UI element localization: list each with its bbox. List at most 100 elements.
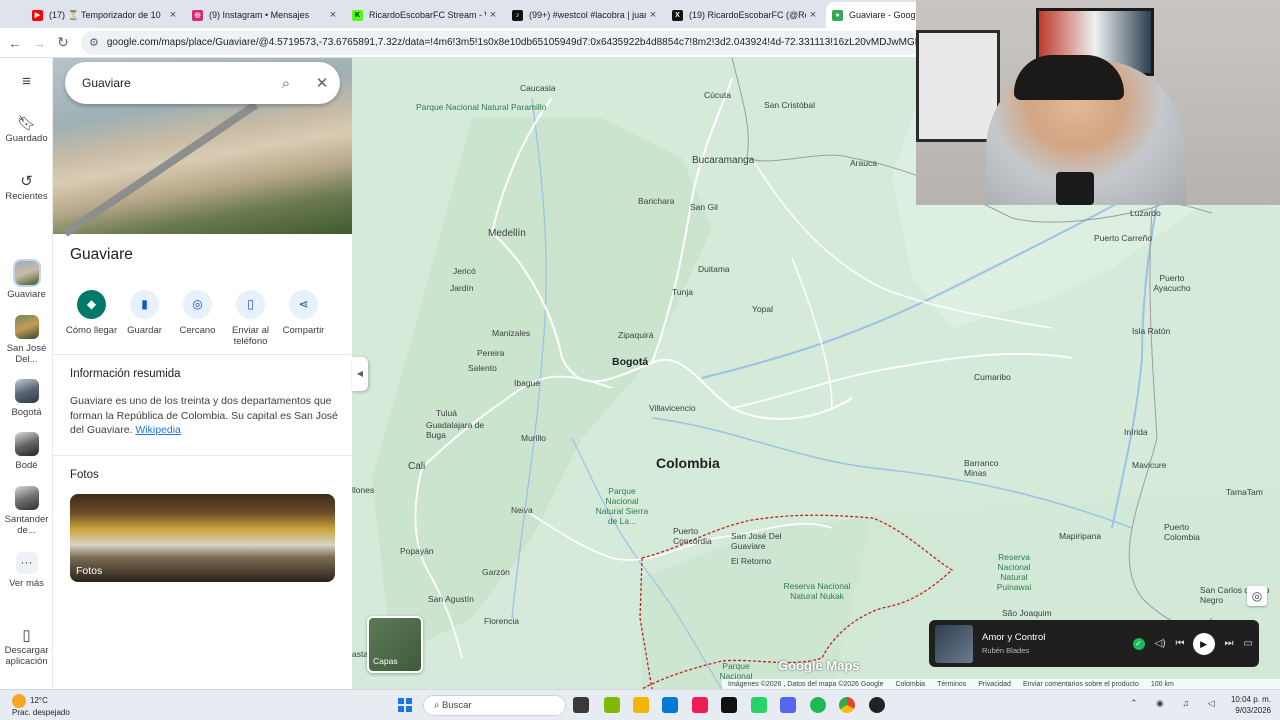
- file-explorer-icon[interactable]: [633, 697, 649, 713]
- city-label[interactable]: Puerto Colombia: [1164, 522, 1214, 542]
- feedback-link[interactable]: Enviar comentarios sobre el producto: [1023, 681, 1139, 688]
- close-icon[interactable]: ×: [646, 9, 660, 21]
- park-label[interactable]: Parque Nacional Natural Paramillo: [416, 102, 546, 112]
- forward-icon[interactable]: →: [27, 35, 51, 51]
- back-icon[interactable]: ←: [3, 35, 27, 51]
- city-label[interactable]: Isla Ratón: [1132, 326, 1170, 336]
- close-icon[interactable]: ✕: [304, 74, 340, 92]
- city-label[interactable]: San José Del Guaviare: [731, 531, 791, 551]
- city-label[interactable]: TamaTam: [1226, 487, 1263, 497]
- layers-button[interactable]: Capas: [367, 616, 423, 673]
- city-label[interactable]: Jericó: [453, 266, 476, 276]
- rail-item-guaviare[interactable]: Guaviare: [0, 259, 53, 300]
- city-label[interactable]: Jardín: [450, 283, 474, 293]
- reload-icon[interactable]: ↻: [51, 34, 75, 51]
- city-label[interactable]: llones: [352, 485, 374, 495]
- menu-button[interactable]: ≡: [0, 74, 53, 91]
- tiktok-icon[interactable]: [721, 697, 737, 713]
- city-label[interactable]: Villavicencio: [649, 403, 696, 413]
- spotify-icon[interactable]: [810, 697, 826, 713]
- search-box[interactable]: Guaviare ⌕ ✕: [65, 62, 340, 104]
- city-label[interactable]: asta: [352, 649, 368, 659]
- city-label[interactable]: Puerto Concordia: [673, 526, 723, 546]
- rail-item-san-jose[interactable]: San José Del...: [0, 315, 53, 365]
- next-track-icon[interactable]: ⏭: [1225, 638, 1234, 649]
- send-to-phone-button[interactable]: ▯ Enviar al teléfono: [224, 290, 277, 347]
- city-label[interactable]: Guadalajara de Buga: [426, 420, 486, 440]
- volume-icon[interactable]: ◁): [1155, 638, 1166, 649]
- task-view-icon[interactable]: [573, 697, 589, 713]
- city-label[interactable]: Arauca: [850, 158, 877, 168]
- city-label[interactable]: Murillo: [521, 433, 546, 443]
- city-label[interactable]: Tuluá: [436, 408, 457, 418]
- tab-kick[interactable]: K RicardoEscobarFC Stream - Wa ×: [346, 2, 506, 28]
- rail-item-download-app[interactable]: ▯ Descargar aplicación: [0, 628, 53, 667]
- album-art[interactable]: [935, 624, 973, 663]
- city-label[interactable]: Luzardo: [1130, 208, 1161, 218]
- city-label[interactable]: Ibagué: [514, 378, 540, 388]
- city-label[interactable]: Bucaramanga: [692, 155, 754, 166]
- save-button[interactable]: ▮ Guardar: [118, 290, 171, 347]
- city-label[interactable]: Medellín: [488, 228, 526, 239]
- city-label[interactable]: Barichara: [638, 196, 674, 206]
- city-label[interactable]: Zipaquirá: [618, 330, 653, 340]
- terms-link[interactable]: Términos: [937, 681, 966, 688]
- city-label[interactable]: Duitama: [698, 264, 730, 274]
- city-label[interactable]: Tunja: [672, 287, 693, 297]
- reserve-label[interactable]: Reserva Nacional Natural Puinawai: [984, 552, 1044, 592]
- search-icon[interactable]: ⌕: [268, 75, 304, 92]
- city-label[interactable]: Neiva: [511, 505, 533, 515]
- city-label[interactable]: Yopal: [752, 304, 773, 314]
- city-label[interactable]: Florencia: [484, 616, 519, 626]
- rail-item-recents[interactable]: ↺ Recientes: [0, 174, 53, 202]
- city-label[interactable]: San Agustín: [428, 594, 474, 604]
- weather-widget[interactable]: 12°C Prac. despejado: [12, 694, 70, 718]
- close-icon[interactable]: ×: [326, 9, 340, 21]
- city-label[interactable]: Barranco Minas: [964, 458, 1004, 478]
- city-label[interactable]: Mavicure: [1132, 460, 1166, 470]
- city-label-capital[interactable]: Bogotá: [612, 356, 648, 368]
- whatsapp-icon[interactable]: [751, 697, 767, 713]
- photos-tile[interactable]: Fotos: [70, 494, 335, 582]
- close-icon[interactable]: ×: [806, 9, 820, 21]
- city-label[interactable]: El Retorno: [731, 556, 771, 566]
- chrome-icon[interactable]: [839, 697, 855, 713]
- close-icon[interactable]: ×: [166, 9, 180, 21]
- city-label[interactable]: Inírida: [1124, 427, 1148, 437]
- discord-icon[interactable]: [780, 697, 796, 713]
- tab-x[interactable]: X (19) RicardoEscobarFC (@Resco×: [666, 2, 826, 28]
- my-location-icon[interactable]: ◎: [1247, 586, 1267, 606]
- city-label[interactable]: Cali: [408, 461, 425, 472]
- country-label[interactable]: Colombia: [656, 455, 720, 471]
- capcut-icon[interactable]: [692, 697, 708, 713]
- wikipedia-link[interactable]: Wikipedia: [135, 424, 181, 436]
- city-label[interactable]: San Cristóbal: [764, 100, 815, 110]
- directions-button[interactable]: ◆ Cómo llegar: [65, 290, 118, 347]
- search-input[interactable]: Guaviare: [82, 76, 268, 90]
- nearby-button[interactable]: ◎ Cercano: [171, 290, 224, 347]
- tab-youtube[interactable]: ▶ (17) ⏳ Temporizador de 10 ×: [26, 2, 186, 28]
- url-field[interactable]: ⚙ google.com/maps/place/Guaviare/@4.57195…: [81, 30, 921, 55]
- store-icon[interactable]: [662, 697, 678, 713]
- privacy-link[interactable]: Privacidad: [978, 681, 1011, 688]
- city-label[interactable]: Garzón: [482, 567, 510, 577]
- tab-instagram[interactable]: ◎ (9) Instagram • Mensajes ×: [186, 2, 346, 28]
- clock[interactable]: 10:04 p. m. 9/03/2026: [1229, 694, 1271, 716]
- city-label[interactable]: Puerto Ayacucho: [1147, 273, 1197, 293]
- obs-icon[interactable]: [869, 697, 885, 713]
- collapse-panel-button[interactable]: ◀: [352, 357, 368, 391]
- share-button[interactable]: ⋖ Compartir: [277, 290, 330, 347]
- city-label[interactable]: Mapiripana: [1059, 531, 1101, 541]
- rail-item-more[interactable]: ··· Ver más: [0, 552, 53, 589]
- liked-check-icon[interactable]: ✓: [1132, 637, 1145, 650]
- city-label[interactable]: Cúcuta: [704, 90, 731, 100]
- park-label[interactable]: Parque Nacional Natural Sierra de La...: [592, 486, 652, 526]
- scale-label[interactable]: 100 km: [1151, 681, 1174, 688]
- taskbar-search[interactable]: ⌕ Buscar: [423, 695, 566, 716]
- city-label[interactable]: Manizales: [492, 328, 530, 338]
- city-label[interactable]: San Gil: [690, 202, 718, 212]
- widgets-icon[interactable]: [604, 697, 620, 713]
- city-label[interactable]: Cumaribo: [974, 372, 1011, 382]
- city-label[interactable]: São Joaquim: [1002, 608, 1052, 618]
- close-icon[interactable]: ×: [486, 9, 500, 21]
